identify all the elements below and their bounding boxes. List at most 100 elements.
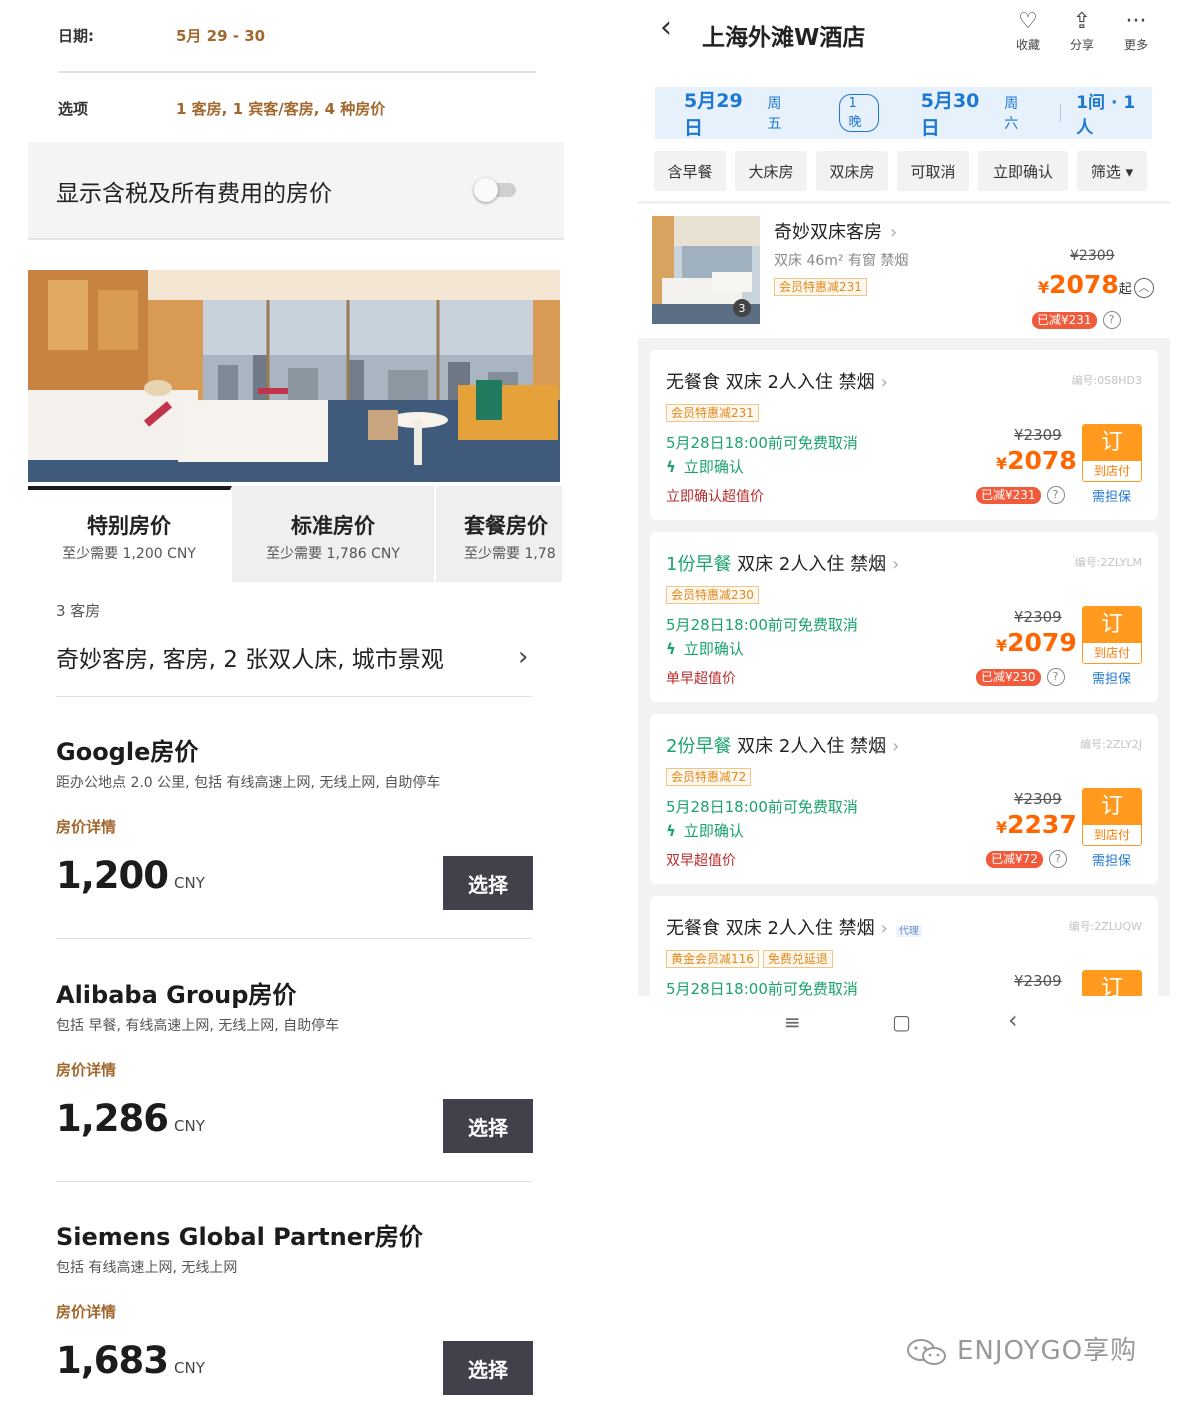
photo-count: 3	[739, 302, 746, 315]
offer-code: 编号:0S8HD3	[1071, 374, 1142, 387]
lightning-icon: ϟ	[666, 822, 676, 840]
price-currency: CNY	[174, 874, 205, 892]
watermark-text: ENJOYGO享购	[957, 1336, 1138, 1366]
confirm-text: 立即确认	[683, 458, 744, 476]
chevron-right-icon[interactable]: ›	[518, 642, 528, 672]
book-button[interactable]: 订到店付	[1082, 606, 1142, 664]
book-button[interactable]: 订到店付	[1082, 788, 1142, 846]
lightning-icon: ϟ	[666, 458, 676, 476]
member-discount-badge: 会员特惠减231	[774, 276, 867, 296]
confirm-text: 立即确认	[683, 640, 744, 658]
wechat-icon	[907, 1338, 946, 1365]
rate-title: Siemens Global Partner房价	[56, 1223, 423, 1251]
saved-badge: 已减¥231	[1032, 312, 1097, 329]
offer-badges: 会员特惠减230	[666, 584, 759, 604]
offer-title: 无餐食 双床 2人入住 禁烟 ›	[666, 368, 888, 394]
offer-code: 编号:2ZLUQW	[1068, 920, 1142, 933]
room-name-text: 奇妙双床客房	[774, 222, 882, 243]
help-icon[interactable]: ?	[1046, 667, 1065, 686]
rate-details-link[interactable]: 房价详情	[56, 1301, 116, 1322]
rate-description: 包括 有线高速上网, 无线上网	[56, 1260, 238, 1276]
home-square-icon[interactable]: ▢	[892, 1010, 911, 1034]
room-spec: 双床 46m² 有窗 禁烟	[774, 253, 909, 269]
tab-standard-rate[interactable]: 标准房价 至少需要 1,786 CNY	[232, 486, 436, 582]
share-button[interactable]: ⇪ 分享	[1062, 8, 1102, 53]
select-button[interactable]: 选择	[443, 856, 533, 910]
help-icon[interactable]: ?	[1048, 849, 1067, 868]
date-value: 5月 29 - 30	[176, 27, 266, 45]
rooms-guests[interactable]: 1间 · 1人	[1076, 88, 1152, 138]
original-price: ¥2309	[1014, 972, 1062, 990]
discount-badge: 会员特惠减231	[774, 278, 867, 296]
filter-instant-confirm[interactable]: 立即确认	[978, 151, 1068, 191]
chevron-right-icon: ›	[892, 554, 900, 575]
rate-description: 距办公地点 2.0 公里, 包括 有线高速上网, 无线上网, 自助停车	[56, 775, 441, 791]
menu-icon[interactable]: ≡	[784, 1010, 801, 1034]
offer-price: ¥2079	[996, 628, 1077, 657]
action-label: 更多	[1123, 38, 1148, 52]
favorite-button[interactable]: ♡ 收藏	[1008, 8, 1048, 53]
offer-title: 1份早餐 双床 2人入住 禁烟 ›	[666, 550, 899, 576]
filter-king-bed[interactable]: 大床房	[735, 151, 807, 191]
checkin-weekday: 周五	[767, 96, 782, 132]
ctrip-hotel-panel: ‹ 上海外滩W酒店 ♡ 收藏 ⇪ 分享 ··· 更多 5月29日 周五 1晚 5…	[638, 0, 1170, 1050]
pay-at-hotel-label: 到店付	[1093, 828, 1130, 842]
value-tag: 单早超值价	[666, 671, 736, 687]
tax-toggle-switch[interactable]	[474, 178, 516, 202]
saved-amount: 已减¥231?	[1032, 309, 1121, 329]
more-button[interactable]: ··· 更多	[1116, 8, 1156, 53]
back-arrow-icon[interactable]: ‹	[660, 10, 672, 45]
rate-price: 1,200 CNY	[56, 854, 205, 897]
cancel-policy: 5月28日18:00前可免费取消	[666, 434, 858, 452]
options-row[interactable]: 选项 1 客房, 1 宾客/客房, 4 种房价	[58, 72, 536, 144]
room-summary[interactable]: 3 奇妙双床客房 › 双床 46m² 有窗 禁烟 会员特惠减231 ¥2309 ¥…	[638, 201, 1170, 337]
select-button[interactable]: 选择	[443, 1099, 533, 1153]
rate-details-link[interactable]: 房价详情	[56, 1059, 116, 1080]
meal-plan: 2份早餐	[666, 736, 732, 757]
select-button[interactable]: 选择	[443, 1341, 533, 1395]
collapse-chevron-icon[interactable]: ︿	[1134, 278, 1154, 298]
offer-badges: 会员特惠减72	[666, 766, 752, 786]
toggle-knob	[474, 178, 498, 202]
lightning-icon: ϟ	[666, 640, 676, 658]
filter-twin-bed[interactable]: 双床房	[816, 151, 888, 191]
rate-offer-card[interactable]: 2份早餐 双床 2人入住 禁烟 › 编号:2ZLY2J 会员特惠减72 5月28日…	[650, 714, 1158, 884]
tab-special-rate[interactable]: 特别房价 至少需要 1,200 CNY	[28, 486, 232, 582]
date-selector[interactable]: 5月29日 周五 1晚 5月30日 周六 1间 · 1人	[655, 87, 1152, 139]
instant-confirm: ϟ 立即确认	[666, 638, 744, 659]
action-label: 分享	[1069, 38, 1094, 52]
checkout-weekday: 周六	[1004, 96, 1019, 132]
checkin-date: 5月29日	[684, 90, 743, 139]
rate-offer-card[interactable]: 1份早餐 双床 2人入住 禁烟 › 编号:2ZLYLM 会员特惠减230 5月28…	[650, 532, 1158, 702]
meal-plan: 1份早餐	[666, 554, 732, 575]
chevron-right-icon: ›	[890, 222, 898, 243]
book-button[interactable]: 订到店付	[1082, 424, 1142, 482]
saved-amount: 已减¥230?	[976, 666, 1065, 686]
offer-code: 编号:2ZLY2J	[1080, 738, 1142, 751]
saved-badge: 已减¥231	[976, 487, 1041, 504]
filter-breakfast[interactable]: 含早餐	[654, 151, 726, 191]
rate-description: 包括 早餐, 有线高速上网, 无线上网, 自助停车	[56, 1018, 340, 1034]
rate-tabs: 特别房价 至少需要 1,200 CNY 标准房价 至少需要 1,786 CNY …	[28, 486, 564, 582]
price-value: 2078	[1049, 270, 1119, 299]
rate-offer-card[interactable]: 无餐食 双床 2人入住 禁烟 › 编号:0S8HD3 会员特惠减231 5月28日…	[650, 350, 1158, 520]
divider	[1060, 104, 1062, 122]
rate-price: 1,286 CNY	[56, 1097, 205, 1140]
divider	[56, 1181, 532, 1182]
yen-symbol: ¥	[996, 818, 1008, 837]
rate-title: Alibaba Group房价	[56, 981, 297, 1009]
back-icon[interactable]: ‹	[1008, 1006, 1018, 1034]
room-thumbnail[interactable]: 3	[652, 216, 760, 324]
help-icon[interactable]: ?	[1102, 310, 1121, 329]
rate-details-link[interactable]: 房价详情	[56, 816, 116, 837]
filter-cancellable[interactable]: 可取消	[897, 151, 969, 191]
room-type-link[interactable]: 奇妙客房, 客房, 2 张双人床, 城市景观	[56, 640, 444, 674]
offer-badges: 黄金会员减116 免费兑延退	[666, 948, 833, 968]
help-icon[interactable]: ?	[1046, 485, 1065, 504]
agent-badge: 代理	[895, 925, 922, 937]
filter-more-button[interactable]: 筛选 ▾	[1077, 151, 1147, 191]
pay-at-hotel-label: 到店付	[1093, 464, 1130, 478]
date-row[interactable]: 日期: 5月 29 - 30	[58, 0, 536, 72]
tab-package-rate[interactable]: 套餐房价 至少需要 1,78	[436, 486, 564, 582]
tab-subtitle: 至少需要 1,200 CNY	[62, 546, 196, 562]
